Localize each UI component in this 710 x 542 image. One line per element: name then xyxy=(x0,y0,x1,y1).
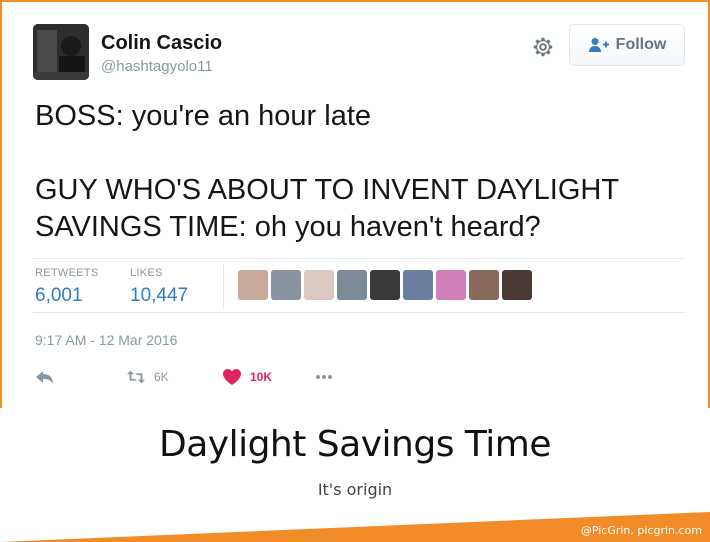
like-button[interactable]: 10K xyxy=(222,368,272,386)
tweet-actions: 6K 10K xyxy=(2,368,702,388)
author-handle[interactable]: @hashtagyolo11 xyxy=(101,58,213,75)
divider-top xyxy=(33,258,685,259)
liker-avatar[interactable] xyxy=(403,270,433,300)
liker-avatar[interactable] xyxy=(370,270,400,300)
avatar-image xyxy=(33,24,89,80)
author-name[interactable]: Colin Cascio xyxy=(101,32,222,55)
liker-avatar[interactable] xyxy=(271,270,301,300)
timestamp[interactable]: 9:17 AM - 12 Mar 2016 xyxy=(35,332,177,348)
liker-avatar[interactable] xyxy=(502,270,532,300)
liker-avatar[interactable] xyxy=(436,270,466,300)
more-button[interactable] xyxy=(314,368,334,386)
watermark: @PicGrin, picgrin.com xyxy=(580,524,702,537)
like-count: 10K xyxy=(250,370,273,384)
follow-button[interactable]: Follow xyxy=(569,24,685,66)
follow-person-icon xyxy=(588,38,609,52)
liker-avatar[interactable] xyxy=(337,270,367,300)
gear-icon[interactable] xyxy=(530,34,556,60)
caption-subtitle: It's origin xyxy=(317,480,393,499)
retweet-button[interactable]: 6K xyxy=(126,368,169,386)
stats-separator xyxy=(223,264,224,308)
retweet-count: 6K xyxy=(154,370,169,384)
retweets-label: RETWEETS xyxy=(35,267,99,279)
tweet-text: BOSS: you're an hour late GUY WHO'S ABOU… xyxy=(35,100,619,243)
retweets-count[interactable]: 6,001 xyxy=(35,285,83,307)
likes-count[interactable]: 10,447 xyxy=(130,285,188,307)
liker-avatars xyxy=(238,270,532,300)
liker-avatar[interactable] xyxy=(238,270,268,300)
likes-label: LIKES xyxy=(130,267,163,279)
liker-avatar[interactable] xyxy=(304,270,334,300)
caption-title: Daylight Savings Time xyxy=(158,424,552,465)
more-icon xyxy=(316,375,332,379)
follow-label: Follow xyxy=(615,36,667,53)
retweet-icon xyxy=(126,370,146,384)
reply-icon xyxy=(36,371,53,384)
divider-bottom xyxy=(33,312,685,313)
liker-avatar[interactable] xyxy=(469,270,499,300)
tweet-card: Colin Cascio @hashtagyolo11 Follow BOSS:… xyxy=(0,0,710,408)
heart-icon xyxy=(223,369,241,385)
reply-button[interactable] xyxy=(35,368,55,386)
avatar[interactable] xyxy=(33,24,89,80)
